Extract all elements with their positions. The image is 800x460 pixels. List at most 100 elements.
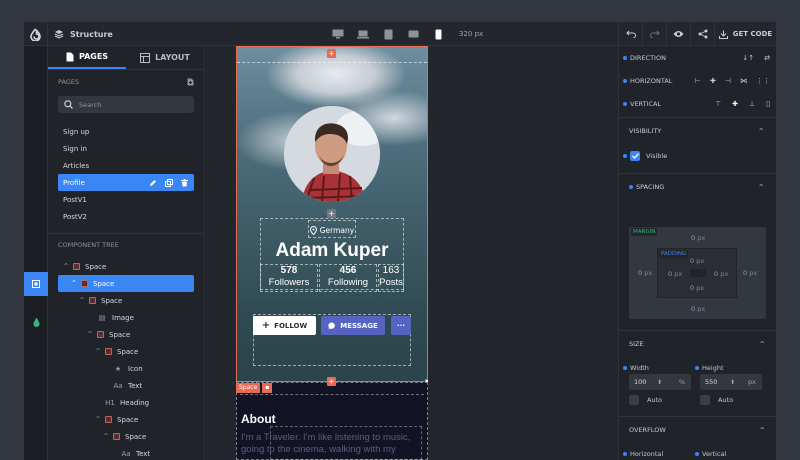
height-auto-checkbox[interactable]	[700, 395, 710, 405]
tree-item-space[interactable]: ^ Space	[58, 258, 194, 275]
align-right-icon[interactable]: ⊣	[725, 77, 731, 85]
page-item-sign-in[interactable]: Sign in	[58, 140, 194, 157]
page-item-label: Articles	[63, 161, 90, 170]
overflow-section-header[interactable]: OVERFLOW ^	[619, 416, 776, 442]
value: 0	[638, 269, 643, 277]
padding-right-value[interactable]: 0 px	[714, 270, 728, 278]
chevron-down-icon[interactable]: ^	[62, 263, 70, 270]
chevron-down-icon[interactable]: ^	[70, 280, 78, 287]
tree-item-image[interactable]: ▤ Image	[58, 309, 194, 326]
rail-structure-button[interactable]	[24, 272, 48, 296]
device-switcher: 320 px	[332, 22, 483, 46]
page-item-sign-up[interactable]: Sign up	[58, 123, 194, 140]
message-button[interactable]: MESSAGE	[321, 316, 385, 335]
space-between-icon[interactable]: ⋈	[740, 77, 747, 85]
width-auto-checkbox[interactable]	[629, 395, 639, 405]
chevron-down-icon[interactable]: ^	[94, 348, 102, 355]
chevron-down-icon[interactable]: ^	[78, 297, 86, 304]
tree-item-space[interactable]: ^ Space	[58, 292, 194, 309]
share-button[interactable]	[690, 22, 714, 46]
page-item-postv2[interactable]: PostV2	[58, 208, 194, 225]
page-item-postv1[interactable]: PostV1	[58, 191, 194, 208]
redo-button[interactable]	[642, 22, 666, 46]
size-section-header[interactable]: SIZE ^	[619, 330, 776, 356]
tree-item-space-selected[interactable]: ^ Space	[58, 275, 194, 292]
add-page-icon[interactable]	[187, 78, 194, 86]
tablet-device-button[interactable]	[382, 28, 394, 40]
tab-layout[interactable]: LAYOUT	[126, 46, 204, 69]
status-dot	[695, 452, 699, 456]
add-section-icon[interactable]: +	[327, 49, 336, 58]
visibility-section-header[interactable]: VISIBILITY ^	[619, 117, 776, 143]
page-item-articles[interactable]: Articles	[58, 157, 194, 174]
chevron-up-icon: ^	[758, 182, 764, 191]
visible-checkbox[interactable]	[630, 151, 640, 161]
tree-item-space[interactable]: ^ Space	[58, 428, 194, 445]
align-bottom-icon[interactable]: ⊥	[749, 100, 755, 108]
tree-item-heading[interactable]: H1 Heading	[58, 394, 194, 411]
preview-button[interactable]	[666, 22, 690, 46]
get-code-button[interactable]: GET CODE	[714, 22, 776, 46]
tree-item-text[interactable]: Aa Text	[58, 445, 194, 460]
padding-bottom-value[interactable]: 0 px	[690, 284, 704, 292]
mobile-device-button[interactable]	[432, 28, 444, 40]
duplicate-icon[interactable]	[165, 178, 173, 187]
space-icon	[105, 416, 112, 423]
chevron-down-icon[interactable]: ^	[94, 416, 102, 423]
structure-button[interactable]: Structure	[54, 22, 113, 46]
stretch-icon[interactable]: ▯	[766, 100, 770, 108]
stat-value: 578	[280, 265, 298, 276]
search-input[interactable]: Search	[58, 96, 194, 113]
horizontal-options: ⊢ ✚ ⊣ ⋈ ⋮⋮	[695, 77, 770, 85]
stepper-icon[interactable]: ⬍	[657, 379, 662, 386]
app-logo[interactable]	[24, 22, 48, 46]
desktop-device-button[interactable]	[332, 28, 344, 40]
stepper-icon[interactable]: ⬍	[730, 379, 735, 386]
direction-row-icon[interactable]: ⇄	[764, 54, 770, 62]
laptop-device-button[interactable]	[357, 28, 369, 40]
tree-item-space[interactable]: ^ Space	[58, 411, 194, 428]
align-center-icon[interactable]: ✚	[710, 77, 716, 85]
direction-column-icon[interactable]: ↓↑	[742, 54, 754, 62]
follow-button[interactable]: + FOLLOW	[253, 316, 316, 335]
chevron-down-icon[interactable]: ^	[102, 433, 110, 440]
avatar[interactable]	[284, 106, 380, 202]
height-input[interactable]: 550 ⬍ px	[700, 374, 762, 390]
tree-item-space[interactable]: ^ Space	[58, 343, 194, 360]
horizontal-label: HORIZONTAL	[630, 76, 673, 85]
margin-right-value[interactable]: 0 px	[743, 269, 757, 277]
margin-top-value[interactable]: 0 px	[691, 234, 705, 242]
mobile-preview: + + Germany Adam Kuper 578 Followers 456…	[236, 46, 428, 460]
width-field-label: Width	[623, 364, 649, 372]
margin-left-value[interactable]: 0 px	[638, 269, 652, 277]
spacing-section-header[interactable]: SPACING ^	[619, 173, 776, 199]
padding-top-value[interactable]: 0 px	[690, 257, 704, 265]
margin-bottom-value[interactable]: 0 px	[691, 305, 705, 313]
align-left-icon[interactable]: ⊢	[695, 77, 701, 85]
trash-icon[interactable]	[181, 178, 188, 187]
align-top-icon[interactable]: ⊤	[715, 100, 721, 108]
space-around-icon[interactable]: ⋮⋮	[756, 77, 770, 85]
page-item-profile[interactable]: Profile	[58, 174, 194, 191]
tree-item-icon[interactable]: ★ Icon	[58, 360, 194, 377]
tree-item-text[interactable]: Aa Text	[58, 377, 194, 394]
tree-item-space[interactable]: ^ Space	[58, 326, 194, 343]
value: 0	[714, 270, 719, 278]
align-middle-icon[interactable]: ✚	[732, 100, 738, 108]
more-options-button[interactable]: ···	[391, 316, 411, 335]
tree-item-label: Icon	[128, 364, 143, 373]
add-element-icon[interactable]: +	[327, 209, 336, 218]
tree-item-label: Space	[117, 415, 139, 424]
chevron-down-icon[interactable]: ^	[86, 331, 94, 338]
space-icon	[113, 433, 120, 440]
tablet-landscape-button[interactable]	[407, 28, 419, 40]
undo-button[interactable]	[618, 22, 642, 46]
tab-pages[interactable]: PAGES	[48, 46, 126, 69]
rail-styles-button[interactable]	[24, 310, 48, 334]
edit-icon[interactable]	[149, 179, 157, 187]
auto-label: Auto	[718, 396, 734, 404]
width-input[interactable]: 100 ⬍ %	[629, 374, 691, 390]
padding-left-value[interactable]: 0 px	[668, 270, 682, 278]
vertical-align-row: VERTICAL ⊤ ✚ ⊥ ▯	[619, 92, 776, 115]
page-item-label: PostV1	[63, 195, 87, 204]
